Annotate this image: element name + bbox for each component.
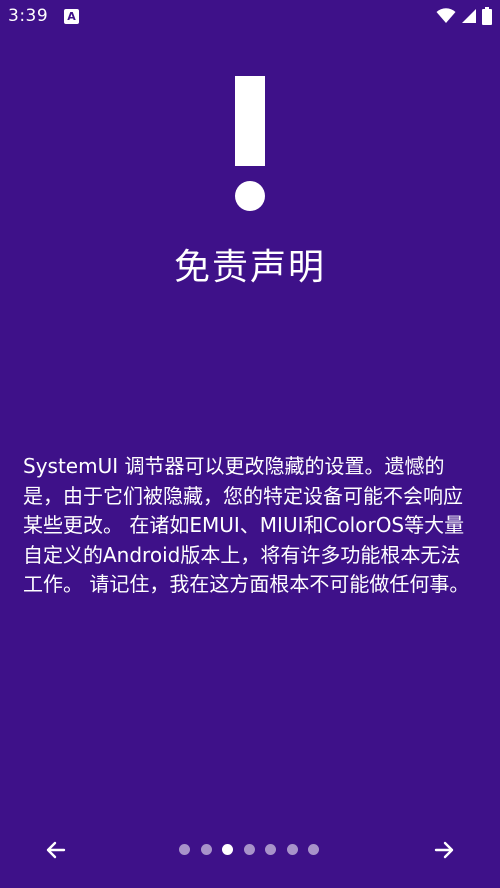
bottom-navigation	[0, 808, 500, 888]
status-icons	[436, 6, 492, 26]
disclaimer-text: SystemUI 调节器可以更改隐藏的设置。遗憾的是，由于它们被隐藏，您的特定设…	[23, 454, 470, 596]
cellular-signal-icon	[462, 9, 476, 23]
next-button[interactable]	[422, 828, 466, 872]
page-dot[interactable]	[179, 844, 190, 855]
status-time: 3:39	[8, 6, 49, 26]
page-dot[interactable]	[286, 844, 298, 855]
page-dot[interactable]	[265, 844, 276, 855]
page-dot[interactable]	[222, 844, 233, 855]
exclamation-icon	[235, 76, 265, 211]
battery-icon	[482, 7, 492, 25]
wifi-icon	[436, 8, 456, 23]
page-dot[interactable]	[200, 844, 212, 855]
arrow-right-icon	[434, 841, 454, 859]
page-dot[interactable]	[243, 844, 255, 855]
status-bar: 3:39 A	[0, 0, 500, 36]
page-dot[interactable]	[308, 844, 319, 855]
app-notification-icon: A	[64, 9, 79, 24]
page-title: 免责声明	[173, 247, 326, 288]
